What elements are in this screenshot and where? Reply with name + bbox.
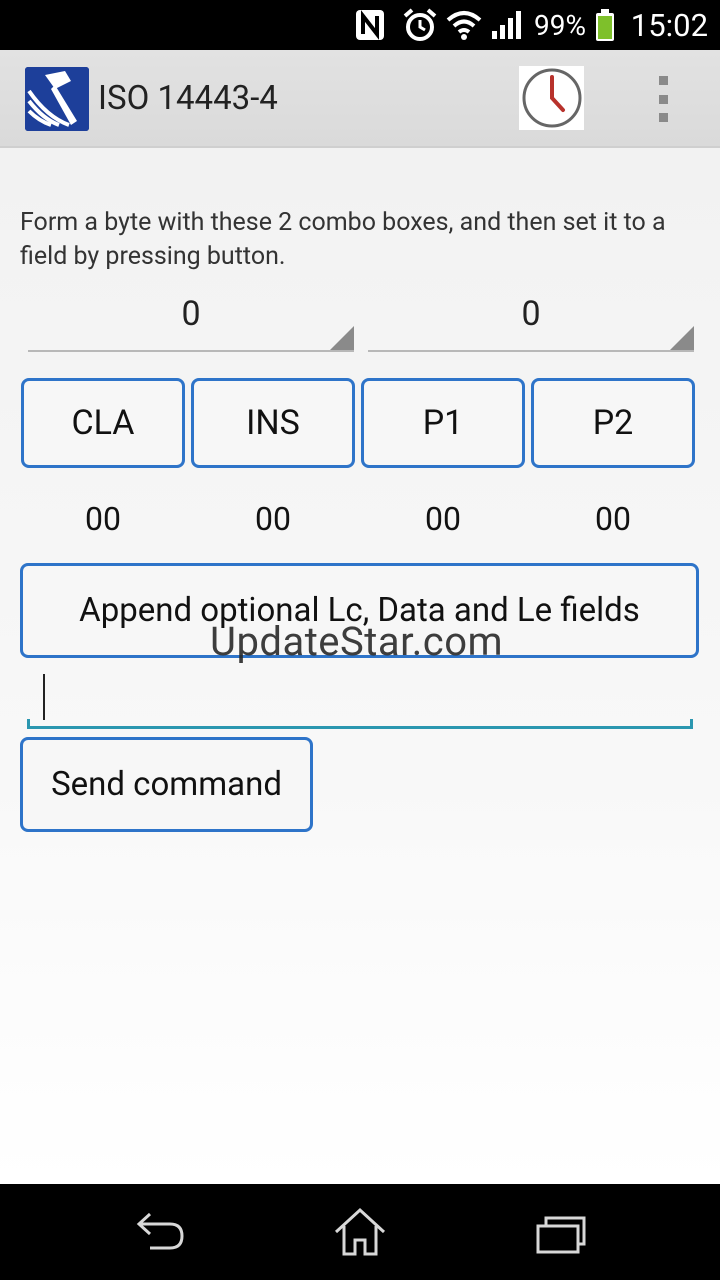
p2-value: 00 <box>595 500 631 538</box>
page-title: ISO 14443-4 <box>98 78 278 118</box>
recent-apps-icon[interactable] <box>530 1206 590 1258</box>
low-nibble-value: 0 <box>521 294 541 334</box>
cla-value: 00 <box>85 500 121 538</box>
p1-button[interactable]: P1 <box>361 378 525 468</box>
main-content: Form a byte with these 2 combo boxes, an… <box>0 148 720 1184</box>
battery-icon <box>594 0 616 50</box>
alarm-icon <box>402 0 438 50</box>
send-command-button[interactable]: Send command <box>20 737 313 832</box>
instruction-text: Form a byte with these 2 combo boxes, an… <box>20 208 666 271</box>
wifi-icon <box>446 0 482 50</box>
overflow-menu-icon[interactable] <box>645 76 681 122</box>
data-input[interactable] <box>27 670 693 729</box>
action-bar: ISO 14443-4 <box>0 50 720 148</box>
back-icon[interactable] <box>130 1206 190 1258</box>
history-button[interactable] <box>519 66 584 130</box>
clock-icon <box>522 68 581 128</box>
home-icon[interactable] <box>330 1206 390 1258</box>
watermark: UpdateStar.com <box>210 618 504 665</box>
dropdown-arrow-icon <box>330 326 354 350</box>
ins-button[interactable]: INS <box>191 378 355 468</box>
high-nibble-spinner[interactable]: 0 <box>28 288 354 352</box>
text-caret <box>43 674 45 720</box>
status-bar: 99% 15:02 <box>0 0 720 50</box>
navigation-bar <box>0 1184 720 1280</box>
low-nibble-spinner[interactable]: 0 <box>368 288 694 352</box>
nfc-icon <box>354 0 386 50</box>
dropdown-arrow-icon <box>670 326 694 350</box>
p2-button[interactable]: P2 <box>531 378 695 468</box>
nfc-tool-logo-icon[interactable] <box>25 67 89 131</box>
ins-value: 00 <box>255 500 291 538</box>
high-nibble-value: 0 <box>181 294 201 334</box>
status-time: 15:02 <box>630 6 708 44</box>
signal-icon <box>490 0 524 50</box>
battery-percent: 99% <box>534 8 586 42</box>
cla-button[interactable]: CLA <box>21 378 185 468</box>
p1-value: 00 <box>425 500 461 538</box>
